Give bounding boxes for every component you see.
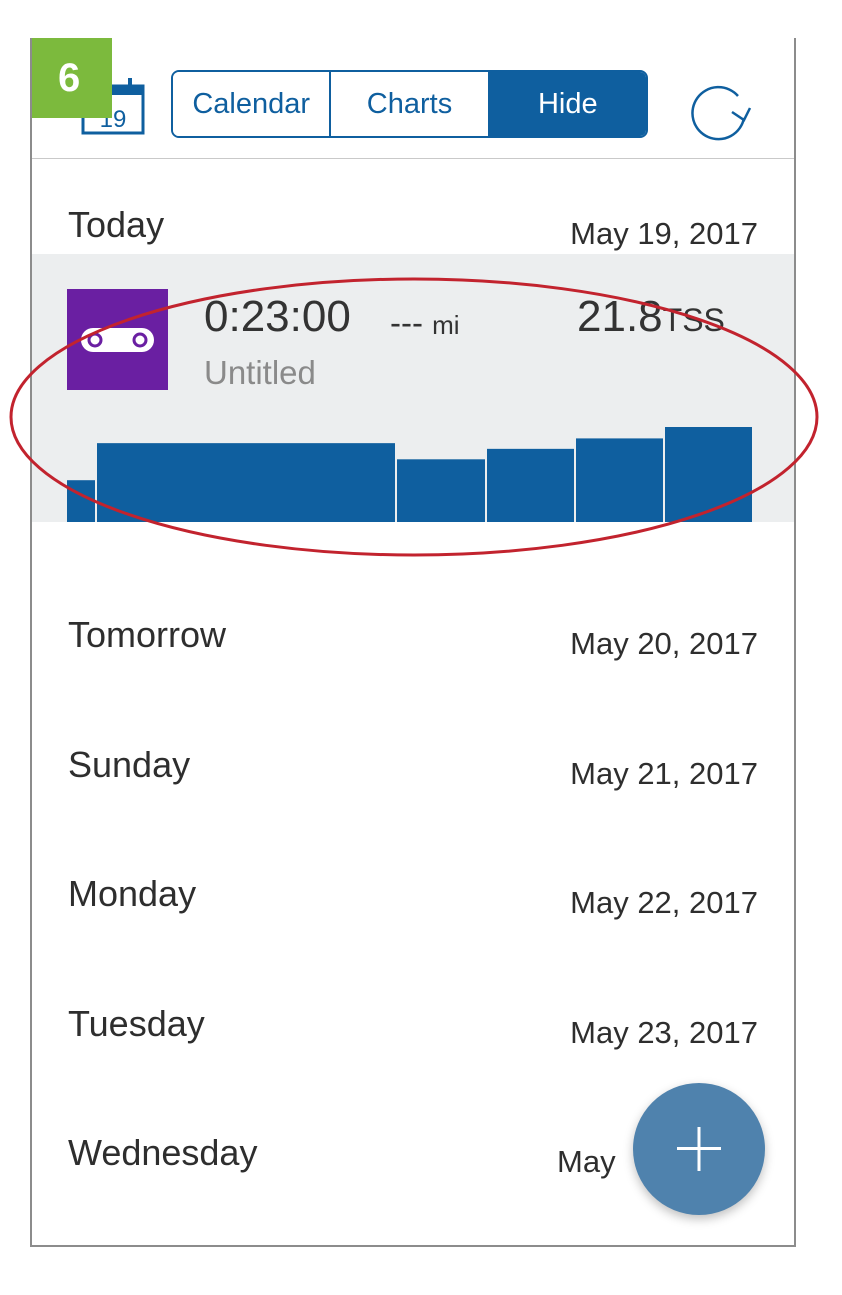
interval-bar (67, 480, 95, 522)
interval-bar (487, 448, 574, 522)
interval-bar (665, 427, 752, 522)
plus-icon (677, 1127, 721, 1171)
day-header-tuesday: Tuesday May 23, 2017 (32, 981, 794, 1061)
interval-bar (97, 443, 395, 522)
workout-distance: --- mi (390, 304, 460, 342)
day-name: Wednesday (68, 1132, 258, 1173)
tab-charts[interactable]: Charts (331, 72, 490, 136)
day-date: May 22, 2017 (570, 885, 758, 920)
day-name: Tuesday (68, 1003, 205, 1044)
tab-hide[interactable]: Hide (489, 72, 646, 136)
distance-value: --- (390, 304, 423, 341)
workout-interval-chart (67, 427, 752, 522)
top-bar: 19 6 Calendar Charts Hide (32, 38, 794, 159)
view-segmented-control: Calendar Charts Hide (171, 70, 648, 138)
refresh-icon[interactable] (688, 78, 752, 142)
day-header-today: Today May 19, 2017 (32, 182, 794, 262)
day-date: May 19, 2017 (570, 216, 758, 251)
step-number-badge: 6 (32, 38, 112, 118)
day-header-monday: Monday May 22, 2017 (32, 851, 794, 931)
day-date: May 23, 2017 (570, 1015, 758, 1050)
day-header-tomorrow: Tomorrow May 20, 2017 (32, 592, 794, 672)
distance-unit: mi (432, 310, 460, 340)
day-date: May 21, 2017 (570, 756, 758, 791)
app-screen: 19 6 Calendar Charts Hide Today May 19, … (30, 38, 796, 1247)
day-name: Today (68, 204, 165, 245)
tss-value: 21.8 (577, 292, 663, 341)
workout-tss: 21.8TSS (577, 292, 725, 342)
day-date: May (557, 1144, 616, 1179)
interval-bar (576, 438, 663, 522)
day-date: May 20, 2017 (570, 626, 758, 661)
tab-calendar[interactable]: Calendar (173, 72, 332, 136)
workout-title: Untitled (204, 354, 316, 391)
day-name: Monday (68, 873, 197, 914)
day-name: Sunday (68, 744, 191, 785)
tss-unit: TSS (662, 302, 725, 338)
add-workout-button[interactable] (633, 1083, 765, 1215)
interval-bar (397, 459, 485, 522)
workout-duration: 0:23:00 (204, 292, 351, 341)
bike-chain-link-icon (67, 289, 168, 390)
day-name: Tomorrow (68, 614, 227, 655)
day-header-sunday: Sunday May 21, 2017 (32, 722, 794, 802)
workout-card[interactable]: 0:23:00 --- mi 21.8TSS Untitled (32, 254, 794, 522)
